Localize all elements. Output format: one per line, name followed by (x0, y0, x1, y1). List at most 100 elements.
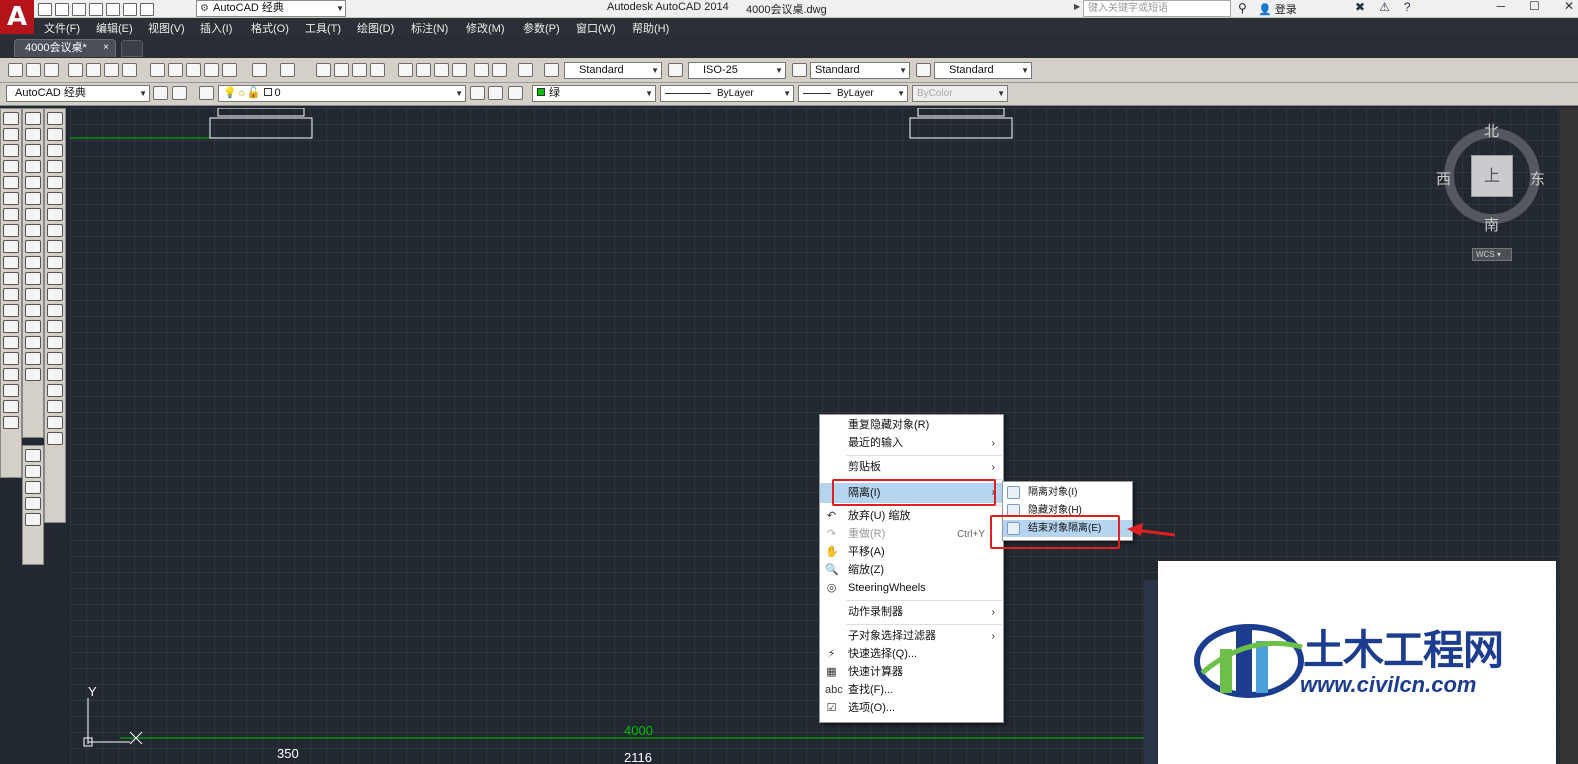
plot-icon[interactable] (68, 63, 83, 77)
undo-icon[interactable] (252, 63, 267, 77)
paste-icon[interactable] (186, 63, 201, 77)
menu-modify[interactable]: 修改(M) (466, 20, 505, 36)
inspection-icon[interactable] (47, 352, 63, 365)
viewcube[interactable]: 上 北 南 东 西 WCS ▾ (1436, 120, 1556, 270)
menu-file[interactable]: 文件(F) (44, 20, 80, 36)
close-icon[interactable]: ✕ (1564, 0, 1574, 13)
match-properties-icon[interactable] (204, 63, 219, 77)
add-selected-icon[interactable] (3, 416, 19, 429)
menu-insert[interactable]: 插入(I) (200, 20, 232, 36)
menu-item-action-recorder[interactable]: 动作录制器 › (820, 604, 1003, 621)
color-dropdown[interactable]: 绿 ▼ (532, 85, 656, 102)
search-input[interactable]: 键入关键字或短语 (1083, 0, 1231, 17)
menu-item-subobject-filter[interactable]: 子对象选择过滤器 › (820, 628, 1003, 645)
zoom-window-icon[interactable] (352, 63, 367, 77)
move-icon[interactable] (25, 192, 41, 205)
angular-icon[interactable] (47, 224, 63, 237)
aligned-dim-icon[interactable] (47, 128, 63, 141)
help-icon[interactable] (518, 63, 533, 77)
lineweight-dropdown[interactable]: ByLayer ▼ (798, 85, 908, 102)
new-file-icon[interactable] (38, 2, 52, 16)
jogged-icon[interactable] (47, 192, 63, 205)
dim-update-icon[interactable] (47, 416, 63, 429)
menu-parametric[interactable]: 参数(P) (523, 20, 560, 36)
send-to-back-icon[interactable] (25, 465, 41, 478)
save-as-icon[interactable] (89, 2, 103, 16)
make-current-layer-icon[interactable] (470, 86, 485, 100)
compass-south[interactable]: 南 (1484, 214, 1499, 235)
plot-icon[interactable] (106, 2, 120, 16)
dim-break-icon[interactable] (47, 304, 63, 317)
quickcalc-icon[interactable] (492, 63, 507, 77)
dim-style-icon[interactable] (668, 63, 683, 77)
ellipse-icon[interactable] (3, 256, 19, 269)
trim-icon[interactable] (25, 256, 41, 269)
bring-to-front-icon[interactable] (25, 449, 41, 462)
layer-properties-icon[interactable] (199, 86, 214, 100)
workspace-dropdown[interactable]: AutoCAD 经典 ▼ (196, 0, 346, 17)
viewcube-top-face[interactable]: 上 (1471, 155, 1513, 197)
design-center-icon[interactable] (416, 63, 431, 77)
workspace-settings-icon[interactable] (153, 86, 168, 100)
menu-item-quick-select[interactable]: ⚡ 快速选择(Q)... (820, 646, 1003, 663)
rotate-icon[interactable] (25, 208, 41, 221)
ellipse-arc-icon[interactable] (3, 272, 19, 285)
expand-arrow-icon[interactable]: ▶ (1074, 2, 1080, 11)
menu-view[interactable]: 视图(V) (148, 20, 185, 36)
menu-item-quickcalc[interactable]: ▦ 快速计算器 (820, 664, 1003, 681)
layer-state-icon[interactable] (508, 86, 523, 100)
continue-icon[interactable] (47, 272, 63, 285)
menu-format[interactable]: 格式(O) (251, 20, 289, 36)
menu-dimension[interactable]: 标注(N) (411, 20, 448, 36)
new-tab-button[interactable] (121, 40, 143, 57)
text-above-icon[interactable] (25, 513, 41, 526)
wcs-menu[interactable]: WCS ▾ (1472, 248, 1512, 261)
table-style-icon[interactable] (792, 63, 807, 77)
redo-icon[interactable] (280, 63, 295, 77)
insert-block-icon[interactable] (3, 288, 19, 301)
compass-north[interactable]: 北 (1484, 120, 1499, 141)
pan-icon[interactable] (316, 63, 331, 77)
menu-window[interactable]: 窗口(W) (576, 20, 616, 36)
tool-palettes-icon[interactable] (434, 63, 449, 77)
compass-west[interactable]: 西 (1436, 168, 1451, 189)
cut-icon[interactable] (150, 63, 165, 77)
dim-edit-icon[interactable] (47, 384, 63, 397)
menu-item-undo-zoom[interactable]: ↶ 放弃(U) 缩放 (820, 508, 1003, 525)
erase-icon[interactable] (25, 112, 41, 125)
help-icon[interactable]: ? (1404, 0, 1411, 14)
gradient-icon[interactable] (3, 352, 19, 365)
menu-help[interactable]: 帮助(H) (632, 20, 669, 36)
undo-icon[interactable] (123, 2, 137, 16)
multileader-style-dropdown[interactable]: Standard ▼ (934, 62, 1032, 79)
jogged-linear-icon[interactable] (47, 368, 63, 381)
workspace-toggle-icon[interactable] (172, 86, 187, 100)
close-icon[interactable]: × (103, 40, 109, 56)
menu-item-repeat-hide[interactable]: 重复隐藏对象(R) (820, 417, 1003, 434)
mirror-icon[interactable] (25, 144, 41, 157)
multileader-style-icon[interactable] (916, 63, 931, 77)
binoculars-icon[interactable]: ⚲ (1238, 1, 1247, 15)
hatch-icon[interactable] (3, 336, 19, 349)
point-icon[interactable] (3, 320, 19, 333)
arc-icon[interactable] (3, 192, 19, 205)
copy-object-icon[interactable] (25, 128, 41, 141)
bring-above-icon[interactable] (25, 481, 41, 494)
revision-cloud-icon[interactable] (3, 224, 19, 237)
stretch-icon[interactable] (25, 240, 41, 253)
menu-item-pan[interactable]: ✋ 平移(A) (820, 544, 1003, 561)
radius-icon[interactable] (47, 176, 63, 189)
markup-icon[interactable] (474, 63, 489, 77)
menu-item-recent-input[interactable]: 最近的输入 › (820, 435, 1003, 452)
line-icon[interactable] (3, 112, 19, 125)
minimize-icon[interactable]: ─ (1497, 0, 1506, 13)
tab-4000-conference-table[interactable]: 4000会议桌* × (14, 39, 116, 57)
table-style-dropdown[interactable]: Standard ▼ (810, 62, 910, 79)
chamfer-icon[interactable] (25, 320, 41, 333)
sheet-set-icon[interactable] (452, 63, 467, 77)
menu-draw[interactable]: 绘图(D) (357, 20, 394, 36)
polyline-icon[interactable] (3, 144, 19, 157)
menu-item-options[interactable]: ☑ 选项(O)... (820, 700, 1003, 717)
a360-icon[interactable]: ⚠ (1379, 0, 1390, 14)
ordinate-icon[interactable] (47, 160, 63, 173)
